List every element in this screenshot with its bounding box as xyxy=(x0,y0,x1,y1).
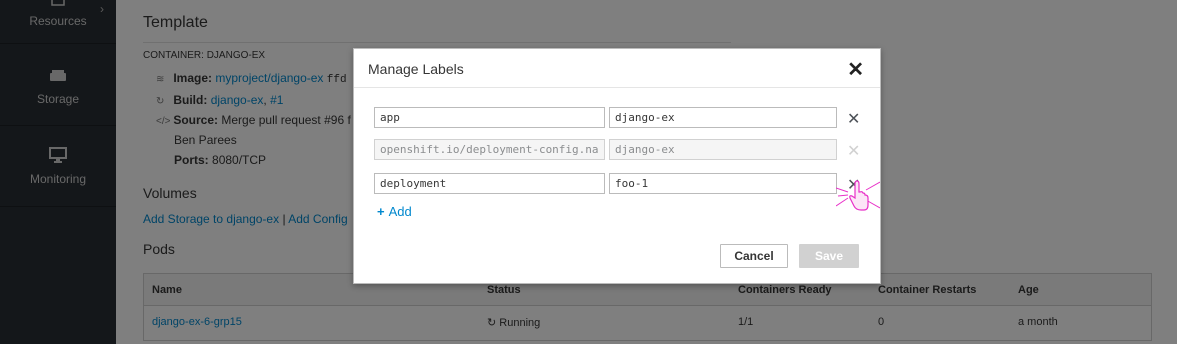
save-button[interactable]: Save xyxy=(799,244,859,268)
label-key-input[interactable] xyxy=(374,107,605,128)
label-value-input[interactable] xyxy=(609,173,837,194)
manage-labels-modal: Manage Labels ✕ ✕ ✕ ✕ +Add Cancel Save xyxy=(353,48,881,284)
modal-header: Manage Labels ✕ xyxy=(354,49,880,88)
hand-cursor-icon xyxy=(836,180,880,211)
label-value-input xyxy=(609,139,837,160)
label-key-input xyxy=(374,139,605,160)
modal-title: Manage Labels xyxy=(368,61,464,77)
label-value-input[interactable] xyxy=(609,107,837,128)
close-icon[interactable]: ✕ xyxy=(847,57,864,82)
label-key-input[interactable] xyxy=(374,173,605,194)
cancel-button[interactable]: Cancel xyxy=(720,244,788,268)
add-label-text: Add xyxy=(388,204,412,219)
plus-icon: + xyxy=(377,204,385,219)
remove-label-icon[interactable]: ✕ xyxy=(847,109,860,129)
add-label-button[interactable]: + Add xyxy=(377,204,412,219)
remove-label-icon: ✕ xyxy=(847,143,861,160)
